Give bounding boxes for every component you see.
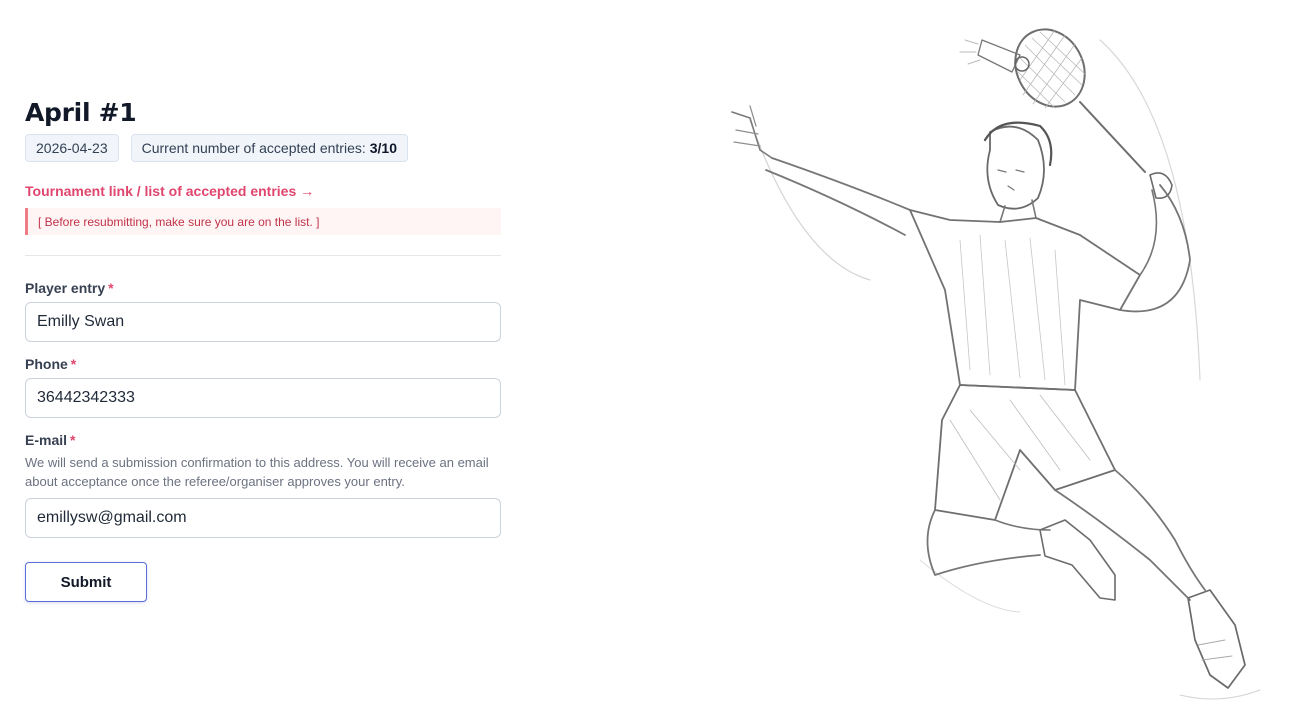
entries-count: 3/10 [369, 140, 397, 156]
player-label: Player entry * [25, 280, 114, 296]
player-input[interactable] [25, 302, 501, 342]
required-mark: * [70, 432, 76, 448]
entry-form-panel: April #1 2026-04-23 Current number of ac… [25, 96, 501, 602]
date-badge: 2026-04-23 [25, 134, 119, 162]
page: April #1 2026-04-23 Current number of ac… [0, 0, 1300, 713]
email-field: E-mail * We will send a submission confir… [25, 432, 501, 538]
tournament-link[interactable]: Tournament link / list of accepted entri… [25, 182, 501, 200]
entries-label: Current number of accepted entries: [141, 140, 366, 156]
email-input[interactable] [25, 498, 501, 538]
email-hint: We will send a submission confirmation t… [25, 455, 489, 489]
entries-badge: Current number of accepted entries: 3/10 [130, 134, 408, 162]
phone-field: Phone * [25, 356, 501, 418]
divider [25, 255, 501, 256]
submit-button[interactable]: Submit [25, 562, 147, 602]
player-field: Player entry * [25, 280, 501, 342]
phone-label: Phone * [25, 356, 77, 372]
required-mark: * [108, 280, 114, 296]
event-meta: 2026-04-23 Current number of accepted en… [25, 134, 501, 162]
resubmit-notice: [ Before resubmitting, make sure you are… [25, 208, 501, 235]
badminton-player-sketch-icon [731, 28, 1261, 700]
phone-input[interactable] [25, 378, 501, 418]
required-mark: * [70, 356, 77, 372]
page-title: April #1 [25, 98, 137, 127]
email-label: E-mail * [25, 432, 76, 448]
